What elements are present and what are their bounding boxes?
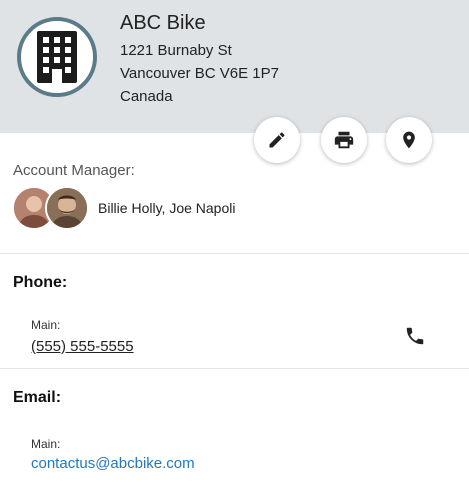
company-header: ABC Bike 1221 Burnaby St Vancouver BC V6… [0, 0, 469, 133]
print-button[interactable] [321, 117, 367, 163]
phone-section-title: Phone: [13, 274, 68, 291]
email-address-link[interactable]: contactus@abcbike.com [31, 455, 195, 472]
building-icon [17, 17, 97, 97]
avatar[interactable] [45, 186, 89, 230]
phone-main-label: Main: [31, 318, 61, 332]
section-divider [0, 253, 469, 254]
address-line-2: Vancouver BC V6E 1P7 [120, 65, 279, 82]
pencil-icon [269, 132, 285, 148]
account-manager-label: Account Manager: [13, 162, 135, 179]
company-name: ABC Bike [120, 12, 206, 34]
email-section-title: Email: [13, 389, 62, 406]
section-divider [0, 368, 469, 369]
address-line-3: Canada [120, 88, 173, 105]
account-manager-names: Billie Holly, Joe Napoli [98, 200, 236, 216]
map-pin-icon [403, 131, 415, 149]
phone-icon[interactable] [404, 325, 426, 347]
email-main-label: Main: [31, 437, 61, 451]
address-line-1: 1221 Burnaby St [120, 42, 232, 59]
phone-number-link[interactable]: (555) 555-5555 [31, 338, 134, 355]
printer-icon [334, 131, 354, 149]
edit-button[interactable] [254, 117, 300, 163]
map-button[interactable] [386, 117, 432, 163]
